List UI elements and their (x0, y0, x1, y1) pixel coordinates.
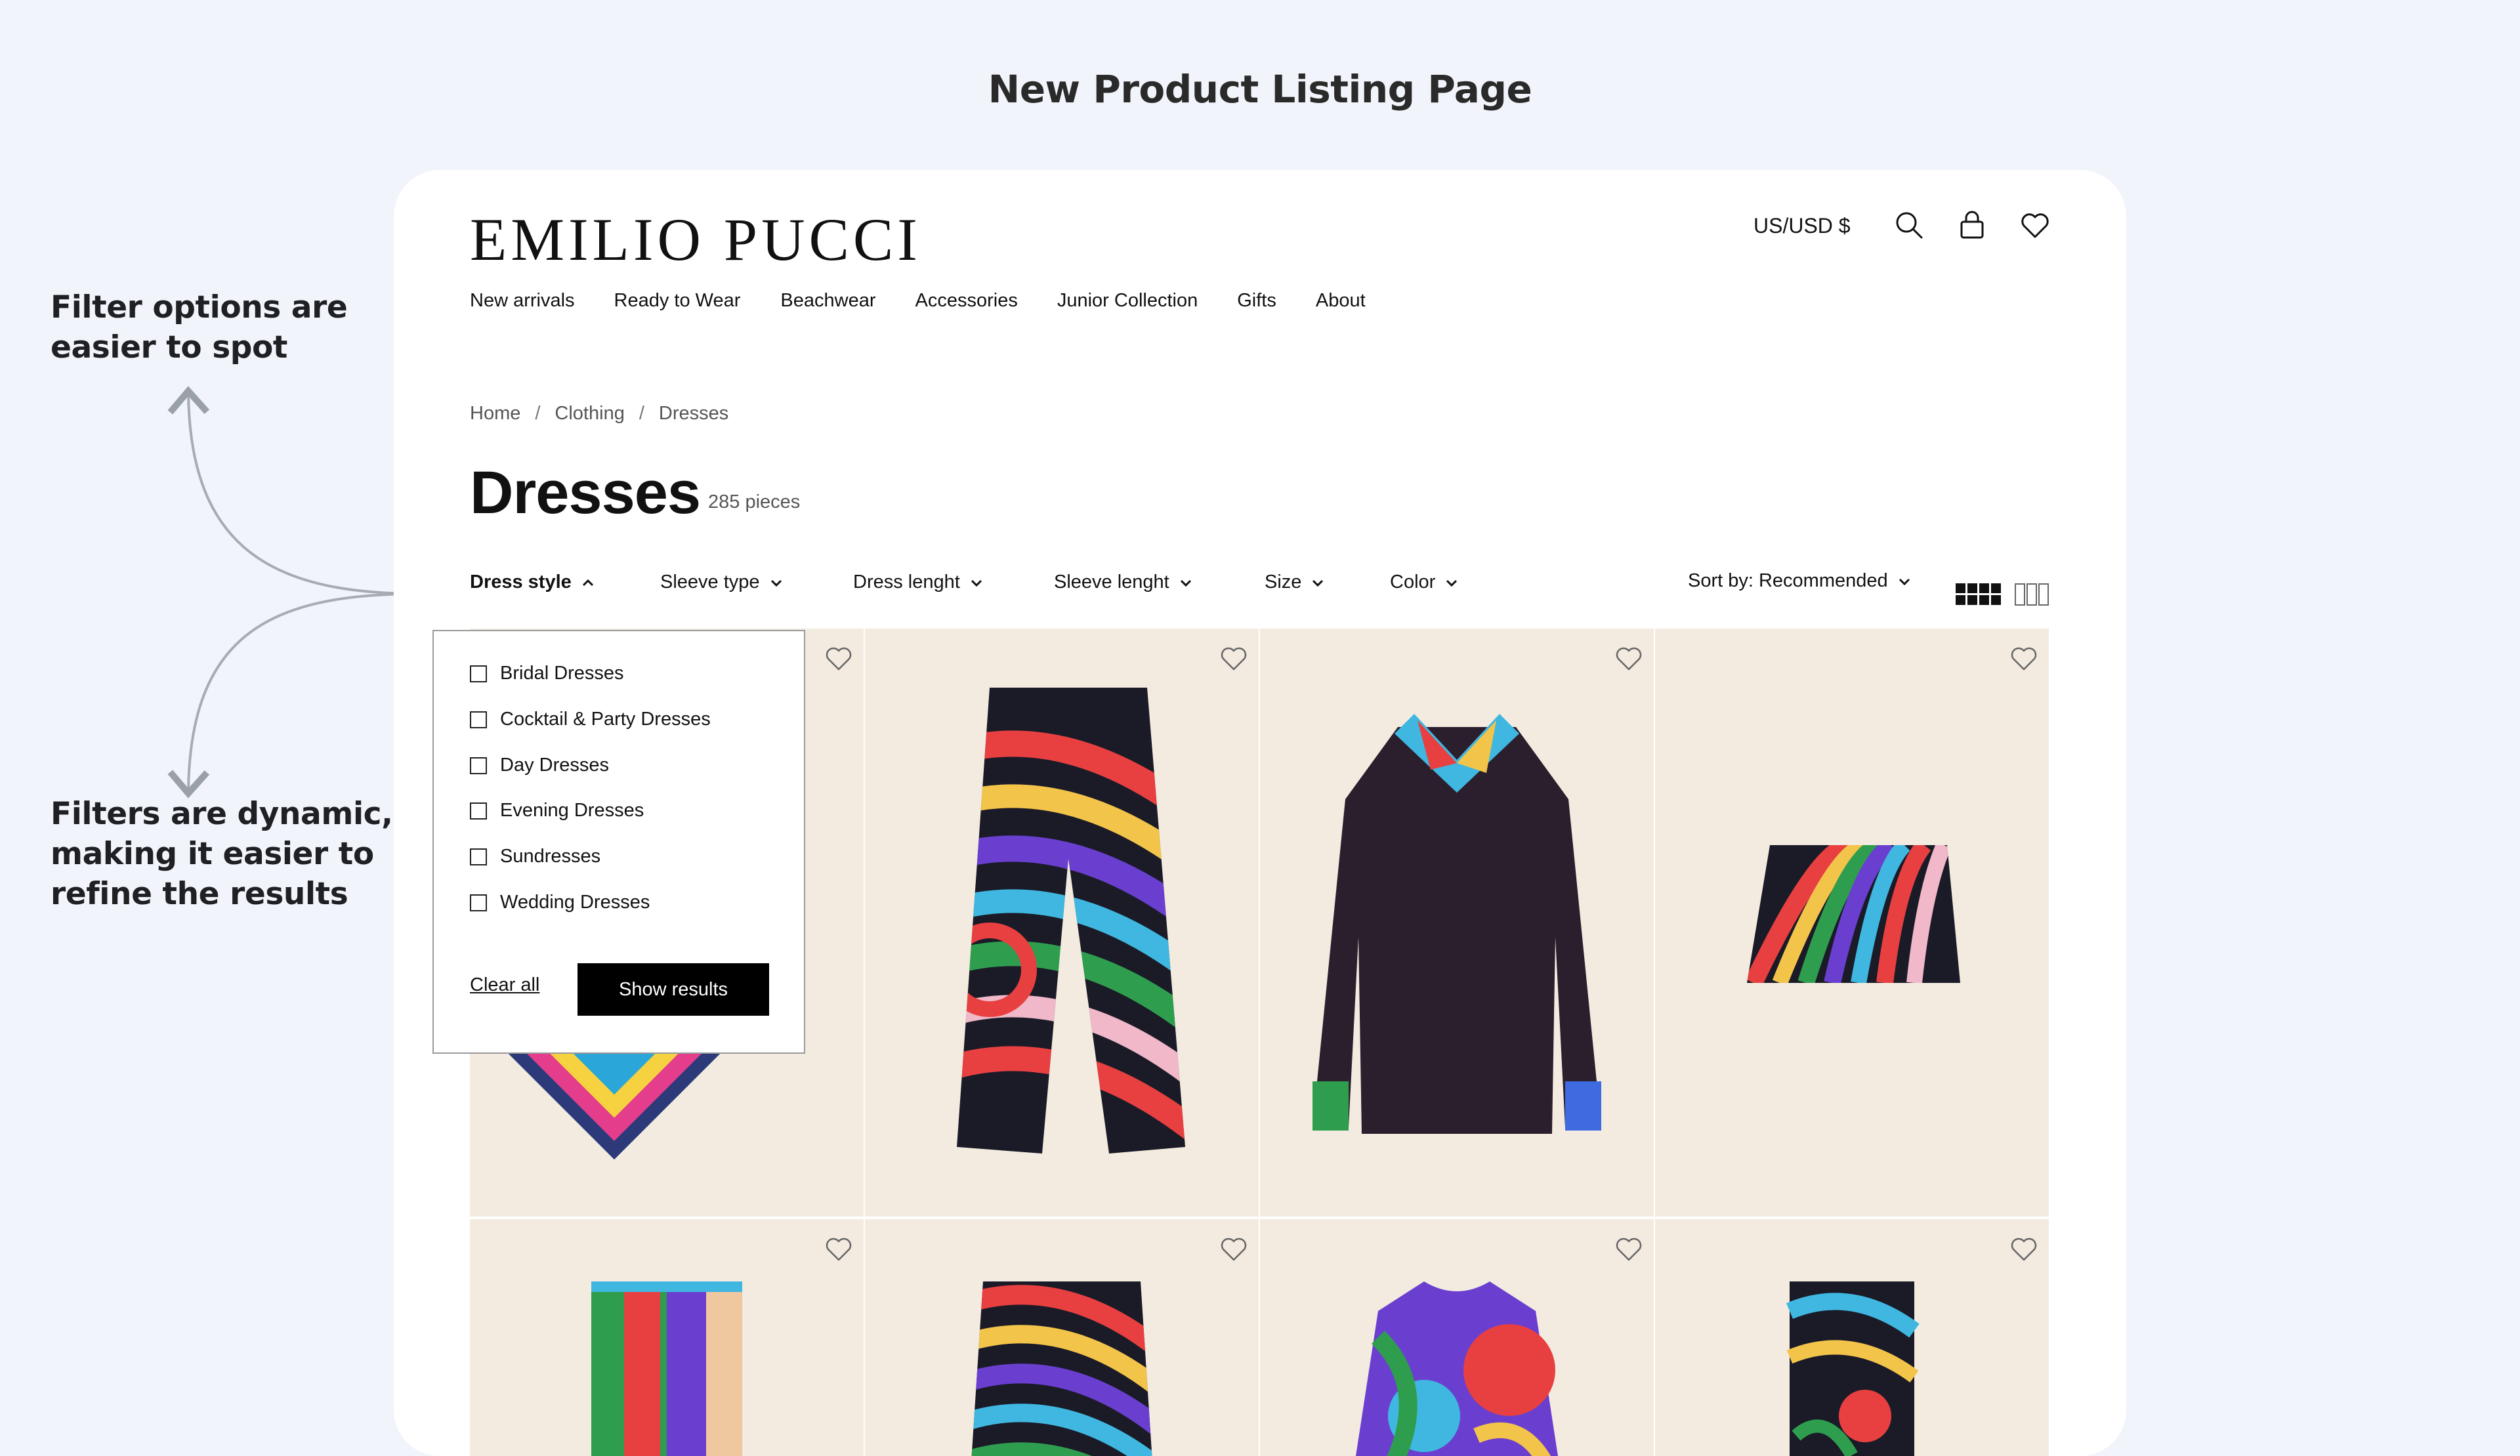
chevron-down-icon (1312, 579, 1324, 587)
product-card[interactable] (470, 1219, 864, 1456)
checkbox[interactable] (470, 802, 487, 820)
breadcrumb: Home / Clothing / Dresses (470, 403, 728, 425)
breadcrumb-separator: / (639, 403, 644, 424)
wishlist-heart-icon[interactable] (2009, 1236, 2038, 1262)
option-label: Cocktail & Party Dresses (500, 709, 711, 730)
sort-label: Sort by: Recommended (1688, 570, 1888, 591)
bag-icon[interactable] (1953, 206, 1991, 244)
option-label: Day Dresses (500, 755, 609, 776)
nav-item-junior-collection[interactable]: Junior Collection (1057, 290, 1198, 312)
product-card[interactable] (865, 1219, 1259, 1456)
chevron-down-icon (1180, 579, 1191, 587)
filter-label: Size (1265, 572, 1302, 593)
chevron-down-icon (1899, 578, 1910, 585)
product-card[interactable] (865, 629, 1259, 1217)
wishlist-heart-icon[interactable] (2009, 646, 2038, 672)
product-image (1356, 1281, 1558, 1456)
chevron-down-icon (971, 579, 982, 587)
annotation-arrows (167, 386, 427, 799)
checkbox[interactable] (470, 894, 487, 911)
breadcrumb-separator: / (535, 403, 541, 424)
heart-icon[interactable] (2016, 206, 2054, 244)
checkbox[interactable] (470, 665, 487, 682)
filter-sleeve-length[interactable]: Sleeve lenght (1054, 572, 1193, 593)
wishlist-heart-icon[interactable] (1219, 1236, 1248, 1262)
product-card[interactable] (1655, 1219, 2049, 1456)
breadcrumb-home[interactable]: Home (470, 403, 520, 425)
filter-dress-length[interactable]: Dress lenght (853, 572, 984, 593)
option-label: Evening Dresses (500, 800, 644, 821)
product-image (1747, 845, 1960, 983)
listing-title: Dresses (470, 459, 701, 526)
product-card[interactable] (1260, 629, 1654, 1217)
product-image (970, 1281, 1154, 1456)
product-image (591, 1281, 742, 1456)
product-card[interactable] (1260, 1219, 1654, 1456)
filter-label: Sleeve type (660, 572, 760, 593)
nav-item-accessories[interactable]: Accessories (915, 290, 1018, 312)
filter-sleeve-type[interactable]: Sleeve type (660, 572, 784, 593)
checkbox[interactable] (470, 848, 487, 865)
chevron-down-icon (1446, 579, 1458, 587)
filter-color[interactable]: Color (1390, 572, 1459, 593)
breadcrumb-dresses: Dresses (658, 403, 729, 424)
option-bridal-dresses[interactable]: Bridal Dresses (470, 663, 624, 684)
product-card[interactable] (1655, 629, 2049, 1217)
checkbox[interactable] (470, 757, 487, 774)
filter-label: Color (1390, 572, 1436, 593)
option-evening-dresses[interactable]: Evening Dresses (470, 800, 644, 822)
product-image (957, 688, 1185, 1154)
nav-item-gifts[interactable]: Gifts (1237, 290, 1276, 312)
breadcrumb-clothing[interactable]: Clothing (555, 403, 624, 425)
checkbox[interactable] (470, 711, 487, 728)
filter-label: Dress style (470, 572, 572, 593)
brand-logo[interactable]: EMILIO PUCCI (470, 200, 921, 279)
clear-all-link[interactable]: Clear all (470, 974, 539, 996)
option-cocktail-party-dresses[interactable]: Cocktail & Party Dresses (470, 709, 711, 730)
filter-label: Sleeve lenght (1054, 572, 1169, 593)
filter-dress-style[interactable]: Dress style (470, 572, 595, 593)
listing-count: 285 pieces (708, 491, 801, 512)
dress-style-dropdown: Bridal Dresses Cocktail & Party Dresses … (432, 630, 805, 1054)
grid-3-icon[interactable] (2015, 583, 2049, 606)
product-image (1312, 714, 1601, 1134)
wishlist-heart-icon[interactable] (824, 1236, 853, 1262)
filter-label: Dress lenght (853, 572, 960, 593)
nav-item-ready-to-wear[interactable]: Ready to Wear (614, 290, 741, 312)
wishlist-heart-icon[interactable] (824, 646, 853, 672)
option-label: Bridal Dresses (500, 663, 624, 684)
chevron-up-icon (582, 579, 593, 586)
option-wedding-dresses[interactable]: Wedding Dresses (470, 892, 650, 913)
nav-item-beachwear[interactable]: Beachwear (780, 290, 875, 312)
option-label: Sundresses (500, 846, 601, 867)
grid-4-icon[interactable] (1956, 583, 2002, 606)
option-sundresses[interactable]: Sundresses (470, 846, 600, 867)
search-icon[interactable] (1890, 206, 1928, 244)
product-image (1786, 1281, 1920, 1456)
option-label: Wedding Dresses (500, 892, 650, 913)
nav-item-new-arrivals[interactable]: New arrivals (470, 290, 575, 312)
currency-selector[interactable]: US/USD $ (1754, 209, 1851, 242)
main-nav: New arrivals Ready to Wear Beachwear Acc… (470, 290, 1405, 312)
wishlist-heart-icon[interactable] (1614, 1236, 1643, 1262)
wishlist-heart-icon[interactable] (1219, 646, 1248, 672)
show-results-button[interactable]: Show results (578, 963, 769, 1016)
filter-size[interactable]: Size (1265, 572, 1325, 593)
nav-item-about[interactable]: About (1316, 290, 1366, 312)
sort-dropdown[interactable]: Sort by: Recommended (1688, 570, 1912, 592)
wishlist-heart-icon[interactable] (1614, 646, 1643, 672)
option-day-dresses[interactable]: Day Dresses (470, 755, 609, 776)
website-card: EMILIO PUCCI US/USD $ New arrivals Ready… (394, 170, 2126, 1456)
chevron-down-icon (770, 579, 782, 587)
